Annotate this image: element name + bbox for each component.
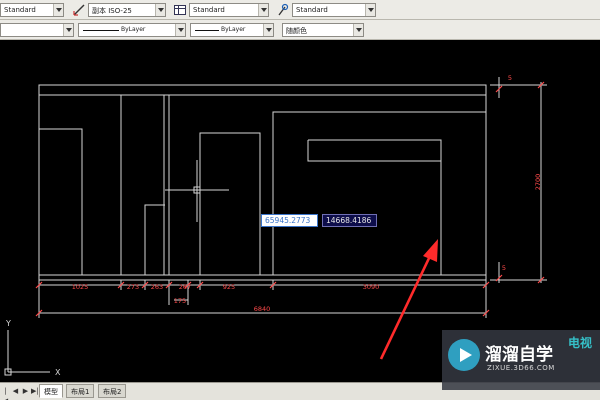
multileader-style-value: Standard bbox=[296, 6, 328, 14]
dimension-label: 3090 bbox=[363, 283, 380, 291]
properties-toolbar: ByLayer ByLayer 随颜色 bbox=[0, 20, 600, 40]
dimension-label: 1025 bbox=[72, 283, 89, 291]
level-marker-bottom: 5 bbox=[502, 264, 506, 272]
styles-toolbar: Standard 副本 ISO-25 Standard Standard bbox=[0, 0, 600, 20]
chevron-down-icon[interactable] bbox=[365, 4, 375, 16]
text-style-dropdown[interactable]: Standard bbox=[0, 3, 64, 17]
door-outline bbox=[199, 132, 261, 276]
ucs-y-label: Y bbox=[5, 319, 11, 328]
layer-dropdown[interactable] bbox=[0, 23, 74, 37]
tab-model[interactable]: 模型 bbox=[39, 384, 63, 398]
elevation-outline bbox=[38, 84, 487, 281]
dimension-style-dropdown[interactable]: 副本 ISO-25 bbox=[88, 3, 166, 17]
annotation-arrow bbox=[379, 239, 438, 360]
coordinate-y-input[interactable]: 14668.4186 bbox=[322, 214, 377, 227]
chevron-down-icon[interactable] bbox=[53, 4, 63, 16]
tv-panel-inner bbox=[307, 140, 441, 162]
dimension-label: 925 bbox=[223, 283, 235, 291]
lineweight-dropdown[interactable]: ByLayer bbox=[190, 23, 274, 37]
dimension-label: 273 bbox=[127, 283, 139, 291]
text-style-value: Standard bbox=[4, 6, 36, 14]
last-tab-icon[interactable]: ▶| bbox=[31, 386, 39, 396]
dimension-label: 267 bbox=[179, 283, 191, 291]
tab-layout1[interactable]: 布局1 bbox=[66, 384, 95, 398]
chevron-down-icon[interactable] bbox=[155, 4, 165, 16]
play-logo-icon bbox=[448, 339, 480, 371]
dimension-label: 263 bbox=[151, 283, 163, 291]
dimension-label: 175 bbox=[174, 297, 186, 305]
table-style-value: Standard bbox=[193, 6, 225, 14]
watermark-title: 溜溜自学 bbox=[485, 345, 553, 365]
linetype-value: ByLayer bbox=[121, 26, 146, 33]
dimension-height-label: 2700 bbox=[534, 174, 542, 191]
chevron-down-icon[interactable] bbox=[353, 24, 363, 36]
ucs-x-label: X bbox=[55, 368, 61, 377]
plot-style-dropdown[interactable]: 随颜色 bbox=[282, 23, 364, 37]
multileader-style-dropdown[interactable]: Standard bbox=[292, 3, 376, 17]
tab-layout2[interactable]: 布局2 bbox=[98, 384, 127, 398]
level-marker-top: 5 bbox=[508, 74, 512, 82]
next-tab-icon[interactable]: ▶ bbox=[22, 386, 29, 396]
tv-wall-line bbox=[272, 111, 486, 275]
plot-style-value: 随颜色 bbox=[286, 27, 307, 35]
first-tab-icon[interactable]: |◀ bbox=[2, 386, 9, 400]
chevron-down-icon[interactable] bbox=[175, 24, 185, 36]
coordinate-x-input[interactable]: 65945.2773 bbox=[261, 214, 318, 227]
table-style-icon[interactable] bbox=[173, 3, 187, 17]
dimension-style-icon[interactable] bbox=[72, 3, 86, 17]
chevron-down-icon[interactable] bbox=[63, 24, 73, 36]
dimension-total-label: 6840 bbox=[254, 305, 271, 313]
left-cabinet-line bbox=[39, 128, 83, 275]
linetype-sample bbox=[83, 30, 119, 31]
multileader-style-icon[interactable] bbox=[276, 3, 290, 17]
table-style-dropdown[interactable]: Standard bbox=[189, 3, 269, 17]
watermark-url: ZIXUE.3D66.COM bbox=[487, 364, 555, 372]
previous-tab-icon[interactable]: ◀ bbox=[12, 386, 19, 396]
chevron-down-icon[interactable] bbox=[258, 4, 268, 16]
dimension-ticks bbox=[35, 81, 545, 317]
lineweight-sample bbox=[195, 30, 219, 31]
tv-label: 电视 bbox=[568, 336, 593, 350]
dimension-style-value: 副本 ISO-25 bbox=[92, 7, 132, 15]
chevron-down-icon[interactable] bbox=[263, 24, 273, 36]
niche-line bbox=[144, 204, 165, 275]
linetype-dropdown[interactable]: ByLayer bbox=[78, 23, 186, 37]
tv-panel-outer bbox=[308, 139, 442, 275]
lineweight-value: ByLayer bbox=[221, 26, 246, 33]
